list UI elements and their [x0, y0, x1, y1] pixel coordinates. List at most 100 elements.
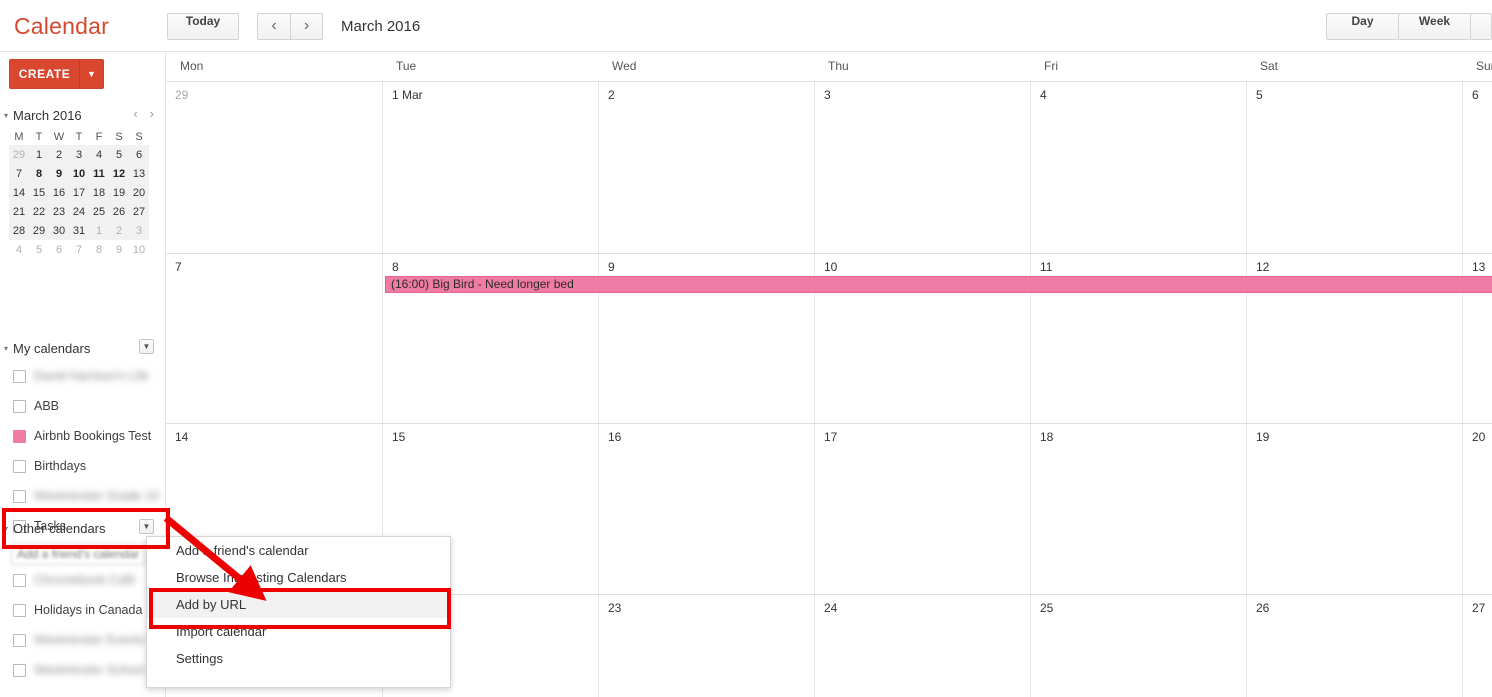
mini-day-cell[interactable]: 29 [29, 221, 49, 240]
day-number[interactable]: 27 [1472, 601, 1485, 615]
day-cell[interactable]: 16 [598, 424, 814, 594]
day-cell[interactable]: 17 [814, 424, 1030, 594]
mini-day-cell[interactable]: 6 [49, 240, 69, 259]
day-number[interactable]: 19 [1256, 430, 1269, 444]
mini-day-cell[interactable]: 15 [29, 183, 49, 202]
my-calendar-item-1[interactable]: ABB [0, 391, 166, 421]
menu-item-add-by-url[interactable]: Add by URL [147, 591, 450, 618]
other-calendars-options-icon[interactable]: ▼ [139, 519, 154, 534]
day-cell[interactable]: 25 [1030, 595, 1246, 697]
day-number[interactable]: 14 [175, 430, 188, 444]
day-number[interactable]: 15 [392, 430, 405, 444]
day-number[interactable]: 18 [1040, 430, 1053, 444]
mini-day-cell[interactable]: 5 [109, 145, 129, 164]
my-calendar-item-4[interactable]: Westminster Grade 10 [0, 481, 166, 511]
mini-day-cell[interactable]: 12 [109, 164, 129, 183]
day-cell[interactable]: 27 [1462, 595, 1492, 697]
mini-day-cell[interactable]: 19 [109, 183, 129, 202]
mini-day-cell[interactable]: 6 [129, 145, 149, 164]
menu-item-browse-interesting-calendars[interactable]: Browse Interesting Calendars [147, 564, 450, 591]
mini-day-cell[interactable]: 17 [69, 183, 89, 202]
mini-day-cell[interactable]: 31 [69, 221, 89, 240]
day-number[interactable]: 5 [1256, 88, 1263, 102]
mini-day-cell[interactable]: 3 [69, 145, 89, 164]
calendar-checkbox[interactable] [13, 573, 26, 587]
day-number[interactable]: 11 [1040, 260, 1052, 274]
day-cell[interactable]: 18 [1030, 424, 1246, 594]
day-cell[interactable]: 20 [1462, 424, 1492, 594]
my-calendars-options-icon[interactable]: ▼ [139, 339, 154, 354]
mini-day-cell[interactable]: 18 [89, 183, 109, 202]
mini-day-cell[interactable]: 4 [89, 145, 109, 164]
menu-item-add-a-friend-s-calendar[interactable]: Add a friend's calendar [147, 537, 450, 564]
today-button[interactable]: Today [167, 13, 239, 40]
mini-day-cell[interactable]: 26 [109, 202, 129, 221]
day-cell[interactable]: 29 [166, 82, 382, 253]
mini-day-cell[interactable]: 22 [29, 202, 49, 221]
mini-day-cell[interactable]: 7 [9, 164, 29, 183]
mini-day-cell[interactable]: 9 [49, 164, 69, 183]
tab-more[interactable] [1470, 13, 1492, 40]
day-number[interactable]: 1 Mar [392, 88, 423, 102]
mini-day-cell[interactable]: 23 [49, 202, 69, 221]
calendar-checkbox[interactable] [13, 633, 26, 647]
calendar-event[interactable]: (16:00) Big Bird - Need longer bed [385, 276, 1492, 293]
day-cell[interactable]: 24 [814, 595, 1030, 697]
mini-day-cell[interactable]: 29 [9, 145, 29, 164]
mini-next-icon[interactable]: › [150, 106, 154, 121]
mini-day-cell[interactable]: 21 [9, 202, 29, 221]
day-number[interactable]: 6 [1472, 88, 1479, 102]
chevron-down-icon[interactable]: ▼ [79, 60, 103, 88]
mini-day-cell[interactable]: 13 [129, 164, 149, 183]
mini-day-cell[interactable]: 8 [89, 240, 109, 259]
day-number[interactable]: 26 [1256, 601, 1269, 615]
other-calendar-item-1[interactable]: Holidays in Canada [0, 595, 166, 625]
day-number[interactable]: 7 [175, 260, 182, 274]
calendar-checkbox[interactable] [13, 399, 26, 413]
day-number[interactable]: 9 [608, 260, 615, 274]
day-number[interactable]: 8 [392, 260, 399, 274]
day-number[interactable]: 25 [1040, 601, 1053, 615]
mini-day-cell[interactable]: 16 [49, 183, 69, 202]
day-cell[interactable]: 2 [598, 82, 814, 253]
mini-day-cell[interactable]: 14 [9, 183, 29, 202]
calendar-checkbox[interactable] [13, 429, 26, 443]
other-calendar-item-0[interactable]: Chromebook Café [0, 565, 166, 595]
mini-day-cell[interactable]: 24 [69, 202, 89, 221]
mini-day-cell[interactable]: 28 [9, 221, 29, 240]
day-number[interactable]: 17 [824, 430, 837, 444]
collapse-triangle-icon[interactable]: ▾ [4, 344, 8, 353]
mini-day-cell[interactable]: 30 [49, 221, 69, 240]
menu-item-import-calendar[interactable]: Import calendar [147, 618, 450, 645]
other-calendar-item-3[interactable]: Westminster School [0, 655, 166, 685]
mini-day-cell[interactable]: 27 [129, 202, 149, 221]
mini-day-cell[interactable]: 3 [129, 221, 149, 240]
day-cell[interactable]: 3 [814, 82, 1030, 253]
day-cell[interactable]: 4 [1030, 82, 1246, 253]
day-cell[interactable]: 26 [1246, 595, 1462, 697]
mini-day-cell[interactable]: 2 [109, 221, 129, 240]
app-logo[interactable]: Calendar [14, 13, 109, 40]
day-number[interactable]: 2 [608, 88, 615, 102]
day-number[interactable]: 20 [1472, 430, 1485, 444]
day-number[interactable]: 16 [608, 430, 621, 444]
day-cell[interactable]: 23 [598, 595, 814, 697]
collapse-triangle-icon[interactable]: ▾ [4, 524, 8, 533]
day-cell[interactable]: 1 Mar [382, 82, 598, 253]
tab-week[interactable]: Week [1398, 13, 1470, 40]
day-number[interactable]: 13 [1472, 260, 1485, 274]
day-number[interactable]: 29 [175, 88, 188, 102]
mini-prev-icon[interactable]: ‹ [133, 106, 137, 121]
day-number[interactable]: 23 [608, 601, 621, 615]
other-calendars-header[interactable]: ▾ Other calendars ▼ [0, 515, 166, 541]
day-cell[interactable]: 19 [1246, 424, 1462, 594]
day-number[interactable]: 3 [824, 88, 831, 102]
day-cell[interactable]: 5 [1246, 82, 1462, 253]
add-friend-calendar-input[interactable] [11, 543, 145, 565]
mini-day-cell[interactable]: 5 [29, 240, 49, 259]
mini-day-cell[interactable]: 25 [89, 202, 109, 221]
tab-day[interactable]: Day [1326, 13, 1398, 40]
mini-day-cell[interactable]: 1 [29, 145, 49, 164]
mini-day-cell[interactable]: 10 [69, 164, 89, 183]
calendar-checkbox[interactable] [13, 489, 26, 503]
